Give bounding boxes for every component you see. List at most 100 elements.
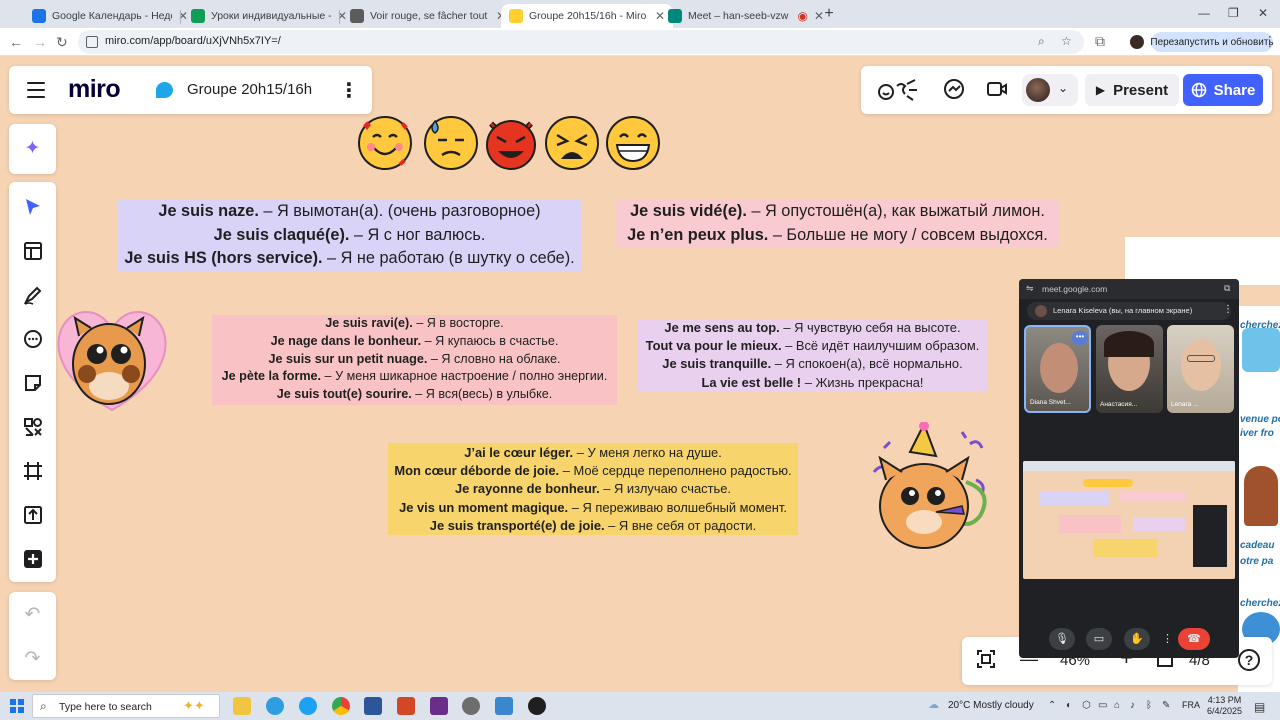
tab-google-calendar[interactable]: Google Календарь - Неделя 1 ✕ xyxy=(24,4,196,28)
more-apps-icon[interactable] xyxy=(20,546,45,571)
tab-voir-rouge[interactable]: Voir rouge, se fâcher tout roug ✕ xyxy=(342,4,514,28)
sticky-note-drained[interactable]: Je suis vidé(e). – Я опустошён(а), как в… xyxy=(615,199,1060,247)
select-tool-icon[interactable] xyxy=(20,194,45,219)
participant-tile[interactable]: Анастасия... xyxy=(1096,325,1163,413)
board-title[interactable]: Groupe 20h15/16h xyxy=(187,81,312,98)
sticky-note-feeling-good[interactable]: Je me sens au top. – Я чувствую себя на … xyxy=(638,319,987,391)
language-indicator[interactable]: FRA xyxy=(1182,700,1200,710)
chrome-icon[interactable] xyxy=(332,697,350,715)
man-avatar-image xyxy=(1244,466,1278,526)
restore-button[interactable]: ❐ xyxy=(1228,6,1239,20)
comment-tool-icon[interactable] xyxy=(20,326,45,351)
settings-gear-icon[interactable] xyxy=(462,697,480,715)
taskbar-search-box[interactable]: ⌕ Type here to search ✦✦ xyxy=(32,694,220,718)
tab-miro[interactable]: Groupe 20h15/16h - Miro ✕ xyxy=(501,4,673,28)
participant-tile[interactable]: Lenara ... xyxy=(1167,325,1234,413)
sticky-note-joy[interactable]: J’ai le cœur léger. – У меня легко на ду… xyxy=(388,443,798,535)
word-icon[interactable] xyxy=(364,697,382,715)
side-text: cadeau xyxy=(1240,540,1275,551)
extensions-icon[interactable]: ⧉ xyxy=(1095,33,1105,49)
video-call-icon[interactable] xyxy=(986,78,1008,106)
bookmark-star-icon[interactable]: ☆ xyxy=(1061,34,1072,48)
board-more-icon[interactable]: ⋮ xyxy=(339,78,359,103)
back-to-tab-icon[interactable]: ⧉ xyxy=(1224,283,1230,294)
back-button[interactable]: ← xyxy=(9,34,23,50)
shapes-icon[interactable] xyxy=(20,414,45,439)
comments-icon[interactable] xyxy=(943,78,965,106)
upload-icon[interactable] xyxy=(20,502,45,527)
side-text: iver fro xyxy=(1240,428,1274,439)
sticky-note-icon[interactable] xyxy=(20,370,45,395)
more-options-icon[interactable]: ⋮ xyxy=(1223,304,1233,315)
reactions-icon[interactable] xyxy=(877,78,921,108)
weather-text[interactable]: 20°C Mostly cloudy xyxy=(948,700,1034,711)
app-icon[interactable] xyxy=(430,697,448,715)
tab-google-meet[interactable]: Meet – han-seeb-vzw ◉ ✕ xyxy=(660,4,832,28)
bluetooth-icon[interactable]: ᛒ xyxy=(1146,700,1152,711)
new-tab-button[interactable]: + xyxy=(820,5,838,23)
profile-avatar[interactable] xyxy=(1130,35,1144,49)
edit-icon[interactable]: ✎ xyxy=(1162,700,1170,711)
url-text[interactable]: miro.com/app/board/uXjVNh5x7IY=/ xyxy=(105,35,281,47)
main-menu-icon[interactable] xyxy=(27,82,45,98)
windows-start-icon[interactable] xyxy=(10,699,24,713)
google-meet-pip-window: ⇋ meet.google.com ⧉ Lenara Kiseleva (вы,… xyxy=(1019,279,1239,658)
edge-icon[interactable] xyxy=(299,697,317,715)
sticky-note-exhausted[interactable]: Je suis naze. – Я вымотан(а). (очень раз… xyxy=(118,199,581,271)
tune-icon[interactable]: ⇋ xyxy=(1026,283,1034,294)
clock[interactable]: 4:13 PM 6/4/2025 xyxy=(1207,695,1242,717)
tab-label: Groupe 20h15/16h - Miro xyxy=(529,10,647,22)
more-options-icon[interactable]: ••• xyxy=(1072,331,1088,345)
reload-button[interactable]: ↻ xyxy=(56,34,68,50)
miro-board-header: miro Groupe 20h15/16h ⋮ xyxy=(9,66,372,114)
end-call-button[interactable]: ☎ xyxy=(1178,628,1210,650)
fit-to-screen-icon[interactable] xyxy=(976,649,996,674)
collaborators-button[interactable]: ⌄ xyxy=(1022,74,1078,106)
present-button[interactable]: ▶ Present xyxy=(1085,74,1179,106)
site-info-icon[interactable] xyxy=(86,36,98,48)
powerpoint-icon[interactable] xyxy=(397,697,415,715)
templates-icon[interactable] xyxy=(20,238,45,263)
tray-icon[interactable]: ⬡ xyxy=(1082,700,1091,711)
forward-button[interactable]: → xyxy=(33,34,47,50)
sticky-note-delighted[interactable]: Je suis ravi(e). – Я в восторге. Je nage… xyxy=(212,315,617,405)
redo-icon[interactable]: ↷ xyxy=(20,646,45,671)
phrase-line: Je pète la forme. – У меня шикарное наст… xyxy=(221,369,608,384)
tray-icon[interactable]: ◐ xyxy=(1066,700,1072,711)
meet-presenter-bar[interactable]: Lenara Kiseleva (вы, на главном экране) … xyxy=(1027,302,1233,320)
participant-name: Lenara ... xyxy=(1171,401,1199,408)
notifications-icon[interactable]: ▤ xyxy=(1254,700,1265,714)
participant-tile[interactable]: ••• Diana Shvet... xyxy=(1024,325,1091,413)
battery-icon[interactable]: ▭ xyxy=(1098,700,1107,711)
shared-screen-preview[interactable] xyxy=(1023,461,1235,579)
telegram-icon[interactable] xyxy=(266,697,284,715)
share-button[interactable]: Share xyxy=(1183,74,1263,106)
frame-tool-icon[interactable] xyxy=(20,458,45,483)
volume-icon[interactable]: ♪ xyxy=(1130,700,1135,711)
media-player-icon[interactable] xyxy=(528,697,546,715)
emoji-row xyxy=(357,113,667,173)
zoom-icon[interactable]: ⌕ xyxy=(1038,34,1045,49)
microphone-button[interactable]: 🎙 xyxy=(1049,628,1075,650)
undo-icon[interactable]: ↶ xyxy=(20,602,45,627)
restart-update-button[interactable]: Перезапустить и обновить xyxy=(1150,32,1274,52)
phrase-line: Je suis HS (hors service). – Я не работа… xyxy=(124,249,575,268)
photos-icon[interactable] xyxy=(495,697,513,715)
browser-menu-icon[interactable]: ⋮ xyxy=(1263,33,1277,49)
close-window-button[interactable]: ✕ xyxy=(1258,6,1268,20)
file-explorer-icon[interactable] xyxy=(233,697,251,715)
downcast-sweat-emoji xyxy=(424,116,478,170)
help-button[interactable]: ? xyxy=(1238,649,1260,671)
more-options-icon[interactable]: ⋮ xyxy=(1162,632,1173,645)
raise-hand-button[interactable]: ✋ xyxy=(1124,628,1150,650)
camera-button[interactable]: ▭ xyxy=(1086,628,1112,650)
sparkle-icon[interactable]: ✦ xyxy=(20,136,45,161)
pen-tool-icon[interactable] xyxy=(20,282,45,307)
network-icon[interactable]: ⌂ xyxy=(1114,700,1120,711)
presenter-name: Lenara Kiseleva (вы, на главном экране) xyxy=(1053,306,1193,315)
chevron-up-icon[interactable]: ⌃ xyxy=(1048,700,1056,711)
minimize-button[interactable]: — xyxy=(1198,6,1210,20)
address-bar[interactable]: miro.com/app/board/uXjVNh5x7IY=/ ⌕ ☆ xyxy=(78,30,1084,54)
tab-google-sheets[interactable]: Уроки индивидуальные - Goo ✕ xyxy=(183,4,355,28)
snowflake-card xyxy=(1242,328,1280,372)
